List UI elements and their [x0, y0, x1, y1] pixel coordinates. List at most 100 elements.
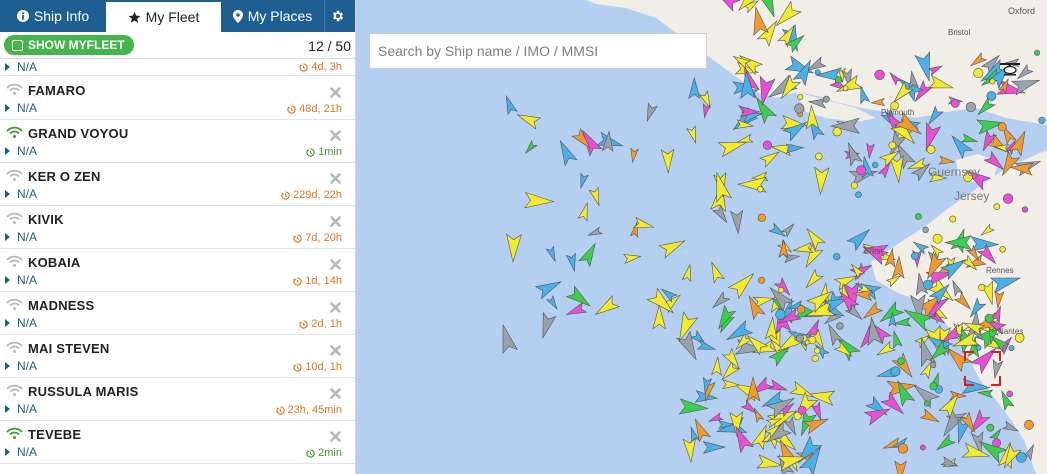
anchored-vessel-marker[interactable] — [923, 400, 930, 407]
ship-name[interactable]: KOBAIA — [28, 255, 80, 270]
anchored-vessel-marker[interactable] — [1016, 452, 1027, 463]
ship-row[interactable]: KOBAIA N/A 1d, 14h — [0, 249, 355, 292]
caret-right-icon[interactable] — [5, 190, 10, 198]
vessel-marker[interactable] — [701, 103, 711, 119]
anchored-vessel-marker[interactable] — [997, 122, 1007, 132]
show-myfleet-button[interactable]: SHOW MYFLEET — [4, 35, 134, 55]
anchored-vessel-marker[interactable] — [992, 438, 1002, 448]
anchored-vessel-marker[interactable] — [1038, 116, 1046, 124]
vessel-marker[interactable] — [890, 329, 903, 349]
vessel-marker[interactable] — [721, 379, 741, 390]
vessel-marker[interactable] — [682, 437, 697, 464]
anchored-vessel-marker[interactable] — [775, 309, 786, 320]
vessel-marker[interactable] — [565, 301, 588, 320]
vessel-marker[interactable] — [554, 138, 578, 167]
anchored-vessel-marker[interactable] — [932, 233, 943, 244]
anchored-vessel-marker[interactable] — [1024, 419, 1034, 430]
vessel-marker[interactable] — [770, 141, 793, 157]
status-line[interactable]: N/A — [5, 144, 37, 158]
vessel-marker[interactable] — [686, 125, 700, 145]
ship-name[interactable]: FAMARO — [28, 83, 86, 98]
vessel-marker[interactable] — [588, 186, 603, 207]
status-line[interactable]: N/A — [5, 230, 37, 244]
caret-right-icon[interactable] — [5, 104, 10, 112]
vessel-marker[interactable] — [673, 311, 699, 344]
anchored-vessel-marker[interactable] — [836, 322, 844, 330]
anchored-vessel-marker[interactable] — [795, 334, 804, 343]
vessel-marker[interactable] — [813, 166, 830, 196]
vessel-marker[interactable] — [688, 76, 701, 100]
vessel-marker[interactable] — [710, 291, 731, 311]
status-line[interactable]: N/A — [5, 445, 37, 459]
anchored-vessel-marker[interactable] — [978, 284, 986, 292]
anchored-vessel-marker[interactable] — [842, 85, 849, 91]
anchored-vessel-marker[interactable] — [757, 213, 766, 222]
vessel-marker[interactable] — [729, 209, 745, 235]
vessel-marker[interactable] — [592, 295, 621, 320]
caret-right-icon[interactable] — [5, 147, 10, 155]
anchored-vessel-marker[interactable] — [949, 215, 957, 223]
vessel-marker[interactable] — [947, 132, 974, 160]
anchored-vessel-marker[interactable] — [833, 253, 841, 261]
ship-name[interactable]: GRAND VOYOU — [28, 126, 128, 141]
ship-row[interactable]: TEVEBE N/A 2min — [0, 421, 355, 464]
anchored-vessel-marker[interactable] — [797, 405, 807, 415]
status-line[interactable]: N/A — [5, 359, 37, 373]
vessel-marker[interactable] — [545, 295, 560, 311]
vessel-marker[interactable] — [976, 389, 994, 399]
vessel-marker[interactable] — [712, 204, 731, 225]
anchored-vessel-marker[interactable] — [835, 76, 843, 84]
anchored-vessel-marker[interactable] — [822, 95, 830, 103]
vessel-marker[interactable] — [727, 268, 759, 300]
ship-name[interactable]: TEVEBE — [28, 427, 81, 442]
anchored-vessel-marker[interactable] — [926, 145, 936, 154]
anchored-vessel-marker[interactable] — [856, 165, 867, 176]
vessel-marker[interactable] — [534, 276, 564, 300]
anchored-vessel-marker[interactable] — [989, 78, 996, 85]
vessel-marker[interactable] — [702, 441, 727, 454]
remove-icon[interactable] — [330, 388, 341, 399]
anchored-vessel-marker[interactable] — [890, 366, 901, 377]
status-line[interactable]: N/A — [5, 60, 37, 74]
anchored-vessel-marker[interactable] — [874, 69, 885, 81]
tab-ship-info[interactable]: Ship Info — [0, 0, 106, 32]
anchored-vessel-marker[interactable] — [808, 335, 817, 344]
vessel-marker[interactable] — [802, 268, 824, 292]
vessel-marker[interactable] — [678, 398, 709, 416]
anchored-vessel-marker[interactable] — [915, 213, 922, 220]
status-line[interactable]: N/A — [5, 273, 37, 287]
helicopter-icon[interactable] — [999, 61, 1021, 79]
vessel-marker[interactable] — [524, 191, 555, 210]
vessel-marker[interactable] — [502, 94, 518, 116]
caret-right-icon[interactable] — [5, 362, 10, 370]
vessel-marker[interactable] — [681, 263, 694, 283]
vessel-marker[interactable] — [652, 304, 667, 330]
status-line[interactable]: N/A — [5, 101, 37, 115]
vessel-marker[interactable] — [893, 317, 912, 328]
vessel-marker[interactable] — [707, 260, 725, 284]
ship-name[interactable]: RUSSULA MARIS — [28, 384, 138, 399]
anchored-vessel-marker[interactable] — [950, 99, 960, 108]
ship-row[interactable]: MADNESS N/A 2d, 1h — [0, 292, 355, 335]
vessel-marker[interactable] — [960, 133, 979, 146]
vessel-marker[interactable] — [759, 148, 782, 168]
vessel-marker[interactable] — [919, 408, 941, 426]
vessel-marker[interactable] — [577, 172, 589, 190]
anchored-vessel-marker[interactable] — [965, 101, 977, 113]
anchored-vessel-marker[interactable] — [814, 152, 823, 161]
vessel-marker[interactable] — [865, 142, 875, 160]
anchored-vessel-marker[interactable] — [872, 161, 879, 168]
status-line[interactable]: N/A — [5, 187, 37, 201]
vessel-marker[interactable] — [577, 201, 592, 222]
anchored-vessel-marker[interactable] — [897, 443, 909, 454]
anchored-vessel-marker[interactable] — [832, 127, 842, 137]
ship-row[interactable]: GRAND VOYOU N/A 1min — [0, 120, 355, 163]
tab-my-fleet[interactable]: My Fleet — [106, 0, 221, 32]
map-canvas[interactable] — [356, 0, 1047, 474]
anchored-vessel-marker[interactable] — [999, 246, 1006, 253]
ship-name[interactable]: KER O ZEN — [28, 169, 101, 184]
anchored-vessel-marker[interactable] — [910, 251, 920, 261]
ship-name[interactable]: MADNESS — [28, 298, 94, 313]
map[interactable]: Oxford Bristol Plymouth Guernsey Jersey … — [356, 0, 1047, 474]
anchored-vessel-marker[interactable] — [1008, 345, 1015, 352]
